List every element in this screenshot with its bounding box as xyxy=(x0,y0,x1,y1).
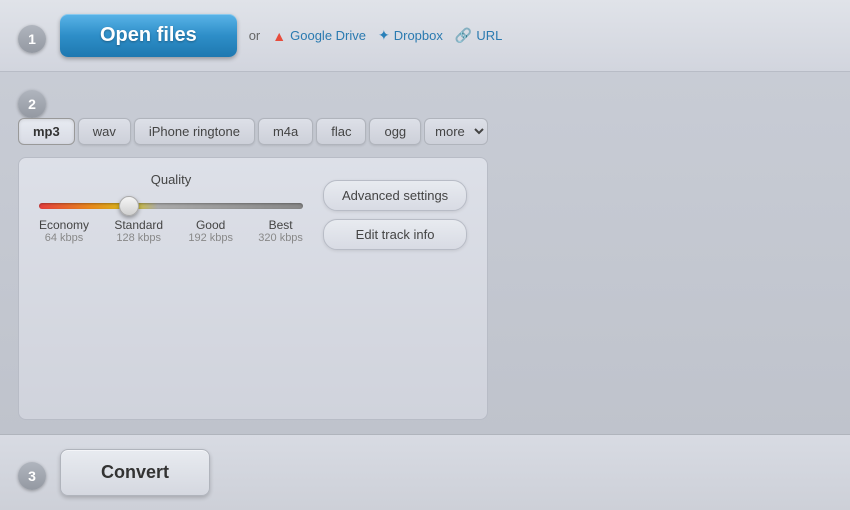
quality-good: Good 192 kbps xyxy=(188,218,233,244)
step1-content: Open files or ▲ Google Drive ✦ Dropbox 🔗… xyxy=(60,14,832,57)
url-icon: 🔗 xyxy=(455,27,472,44)
or-label: or xyxy=(249,28,261,43)
quality-slider[interactable] xyxy=(39,203,303,209)
good-kbps: 192 kbps xyxy=(188,232,233,244)
google-drive-link[interactable]: ▲ Google Drive xyxy=(272,28,366,44)
quality-economy: Economy 64 kbps xyxy=(39,218,89,244)
step3-number: 3 xyxy=(18,462,46,490)
step2-content: mp3 wav iPhone ringtone m4a flac ogg mor… xyxy=(18,118,488,420)
standard-kbps: 128 kbps xyxy=(114,232,163,244)
economy-kbps: 64 kbps xyxy=(39,232,89,244)
dropbox-link[interactable]: ✦ Dropbox xyxy=(378,27,443,44)
quality-right-panel: Advanced settings Edit track info xyxy=(323,172,467,250)
step2-number: 2 xyxy=(18,90,46,118)
good-name: Good xyxy=(188,218,233,232)
tab-mp3[interactable]: mp3 xyxy=(18,118,75,145)
tab-m4a[interactable]: m4a xyxy=(258,118,313,145)
dropbox-label: Dropbox xyxy=(394,28,443,43)
step1-number: 1 xyxy=(18,25,46,53)
quality-left-panel: Quality Economy 64 kbps Standard 128 kbp… xyxy=(39,172,303,244)
convert-button[interactable]: Convert xyxy=(60,449,210,496)
gdrive-icon: ▲ xyxy=(272,28,286,44)
quality-title: Quality xyxy=(39,172,303,187)
best-kbps: 320 kbps xyxy=(258,232,303,244)
url-link[interactable]: 🔗 URL xyxy=(455,27,502,44)
step3-row: 3 Convert xyxy=(0,435,850,510)
open-files-button[interactable]: Open files xyxy=(60,14,237,57)
tab-iphone-ringtone[interactable]: iPhone ringtone xyxy=(134,118,255,145)
step1-row: 1 Open files or ▲ Google Drive ✦ Dropbox… xyxy=(0,0,850,72)
quality-labels: Economy 64 kbps Standard 128 kbps Good 1… xyxy=(39,218,303,244)
more-formats-select[interactable]: more xyxy=(424,118,488,145)
standard-name: Standard xyxy=(114,218,163,232)
quality-best: Best 320 kbps xyxy=(258,218,303,244)
gdrive-label: Google Drive xyxy=(290,28,366,43)
advanced-settings-button[interactable]: Advanced settings xyxy=(323,180,467,211)
economy-name: Economy xyxy=(39,218,89,232)
dropbox-icon: ✦ xyxy=(378,27,390,44)
step2-row: 2 mp3 wav iPhone ringtone m4a flac ogg m… xyxy=(0,72,850,435)
quality-standard: Standard 128 kbps xyxy=(114,218,163,244)
cloud-links-group: ▲ Google Drive ✦ Dropbox 🔗 URL xyxy=(272,27,502,44)
url-label: URL xyxy=(476,28,502,43)
quality-section: Quality Economy 64 kbps Standard 128 kbp… xyxy=(18,157,488,420)
tab-flac[interactable]: flac xyxy=(316,118,366,145)
best-name: Best xyxy=(258,218,303,232)
app-container: 1 Open files or ▲ Google Drive ✦ Dropbox… xyxy=(0,0,850,510)
format-tabs-row: mp3 wav iPhone ringtone m4a flac ogg mor… xyxy=(18,118,488,145)
edit-track-info-button[interactable]: Edit track info xyxy=(323,219,467,250)
tab-wav[interactable]: wav xyxy=(78,118,131,145)
tab-ogg[interactable]: ogg xyxy=(369,118,421,145)
